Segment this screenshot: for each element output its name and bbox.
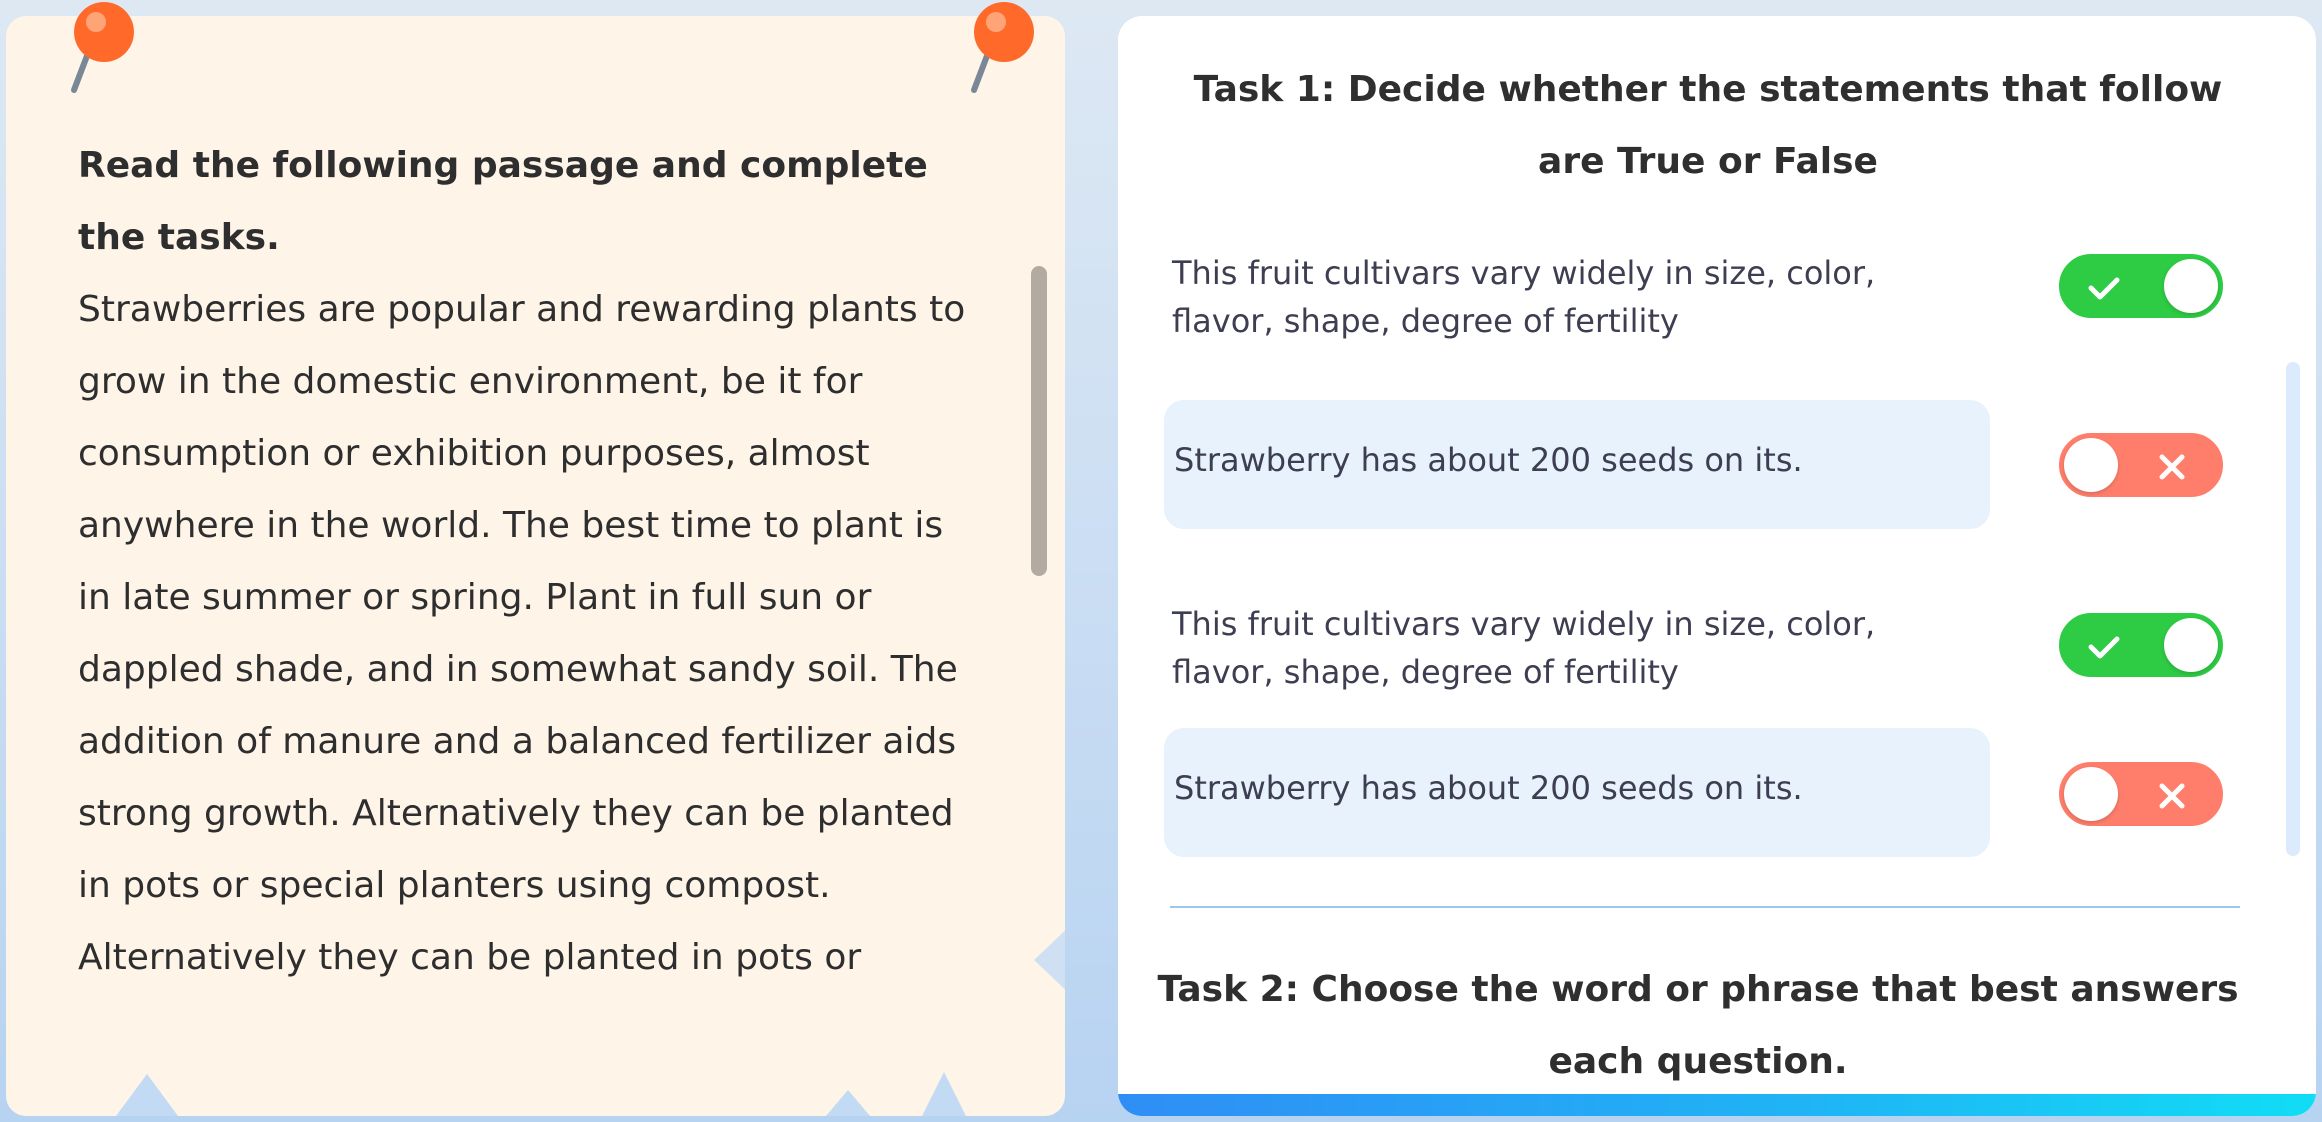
toggle-knob	[2064, 438, 2118, 492]
task2-title: Task 2: Choose the word or phrase that b…	[1157, 969, 2239, 1082]
statement-text: This fruit cultivars vary widely in size…	[1172, 254, 1876, 340]
statement-item: This fruit cultivars vary widely in size…	[1164, 241, 1990, 351]
passage-paragraph: Alternatively they can be planted in pot…	[78, 937, 862, 978]
tasks-scrollbar[interactable]	[2286, 362, 2300, 856]
statement-item: This fruit cultivars vary widely in size…	[1164, 592, 1990, 702]
true-false-toggle[interactable]	[2059, 433, 2223, 497]
cross-icon	[2159, 783, 2185, 809]
card-notch	[116, 1074, 178, 1116]
card-notch	[1034, 924, 1065, 996]
task-divider	[1170, 906, 2240, 908]
check-icon	[2088, 636, 2120, 659]
toggle-knob	[2064, 767, 2118, 821]
tasks-card: Task 1: Decide whether the statements th…	[1118, 16, 2316, 1116]
toggle-knob	[2164, 259, 2218, 313]
passage-heading: Read the following passage and complete …	[78, 145, 928, 258]
task1-title: Task 1: Decide whether the statements th…	[1193, 69, 2223, 182]
cross-icon	[2159, 454, 2185, 480]
true-false-toggle[interactable]	[2059, 254, 2223, 318]
statement-item: Strawberry has about 200 seeds on its.	[1164, 400, 1990, 529]
pushpin-icon	[71, 2, 134, 93]
statement-text: Strawberry has about 200 seeds on its.	[1174, 769, 1803, 807]
card-bottom-bar	[1118, 1094, 2316, 1116]
card-notch	[826, 1090, 870, 1116]
statement-item: Strawberry has about 200 seeds on its.	[1164, 728, 1990, 857]
true-false-toggle[interactable]	[2059, 613, 2223, 677]
card-notch	[922, 1072, 966, 1116]
passage-card: Read the following passage and complete …	[6, 16, 1065, 1116]
pushpin-icon	[971, 2, 1034, 93]
check-icon	[2088, 277, 2120, 300]
true-false-toggle[interactable]	[2059, 762, 2223, 826]
statement-text: This fruit cultivars vary widely in size…	[1172, 605, 1876, 691]
passage-scrollbar[interactable]	[1031, 266, 1047, 576]
toggle-knob	[2164, 618, 2218, 672]
passage-paragraph: Strawberries are popular and rewarding p…	[78, 289, 966, 906]
passage-text: Read the following passage and complete …	[78, 130, 978, 994]
statement-text: Strawberry has about 200 seeds on its.	[1174, 441, 1803, 479]
